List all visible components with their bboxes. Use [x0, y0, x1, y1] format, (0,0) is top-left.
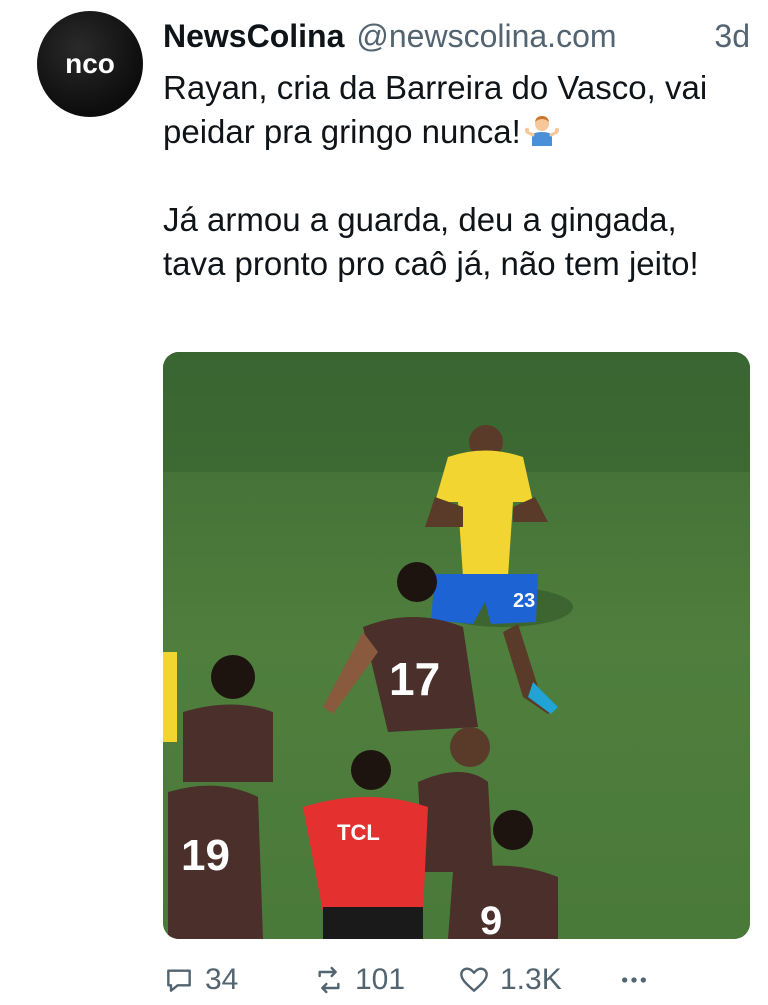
more-dots-icon: [622, 977, 646, 983]
football-photo: 23 17 19 TCL 9: [163, 352, 750, 939]
sponsor-tcl: TCL: [337, 820, 380, 845]
person-shrugging-emoji: [524, 116, 559, 146]
like-button[interactable]: 1.3K: [458, 963, 618, 997]
tweet-paragraph-1: Rayan, cria da Barreira do Vasco, vai pe…: [163, 66, 743, 154]
display-name[interactable]: NewsColina: [163, 14, 344, 58]
jersey-19: 19: [181, 831, 230, 880]
tweet-text: Rayan, cria da Barreira do Vasco, vai pe…: [163, 66, 743, 286]
nco-logo: nco: [65, 48, 115, 79]
tweet-paragraph-1-text: Rayan, cria da Barreira do Vasco, vai pe…: [163, 69, 708, 150]
heart-icon: [460, 967, 488, 992]
author-avatar[interactable]: nco: [37, 11, 143, 117]
retweet-button[interactable]: 101: [313, 963, 458, 997]
reply-button[interactable]: 34: [163, 963, 313, 997]
jersey-17: 17: [389, 653, 440, 705]
tweet-header: NewsColina @newscolina.com 3d: [163, 14, 753, 58]
reply-count: 34: [205, 963, 239, 996]
retweet-count: 101: [355, 963, 406, 996]
reply-icon: [167, 969, 191, 992]
avatar-logo-text: nco: [65, 48, 115, 79]
timestamp[interactable]: 3d: [714, 14, 750, 58]
user-handle[interactable]: @newscolina.com: [356, 14, 616, 58]
tweet-actions: 34 101 1.3K: [163, 955, 723, 1005]
retweet-icon: [318, 966, 340, 994]
tweet-paragraph-2: Já armou a guarda, deu a gingada, tava p…: [163, 201, 699, 282]
more-button[interactable]: [618, 964, 658, 996]
like-count: 1.3K: [500, 963, 562, 996]
jersey-9: 9: [480, 899, 502, 939]
brazil-jersey-number: 23: [513, 590, 535, 612]
tweet-media-photo[interactable]: 23 17 19 TCL 9: [163, 352, 750, 939]
tweet[interactable]: nco NewsColina @newscolina.com 3d Rayan,…: [0, 0, 768, 1000]
